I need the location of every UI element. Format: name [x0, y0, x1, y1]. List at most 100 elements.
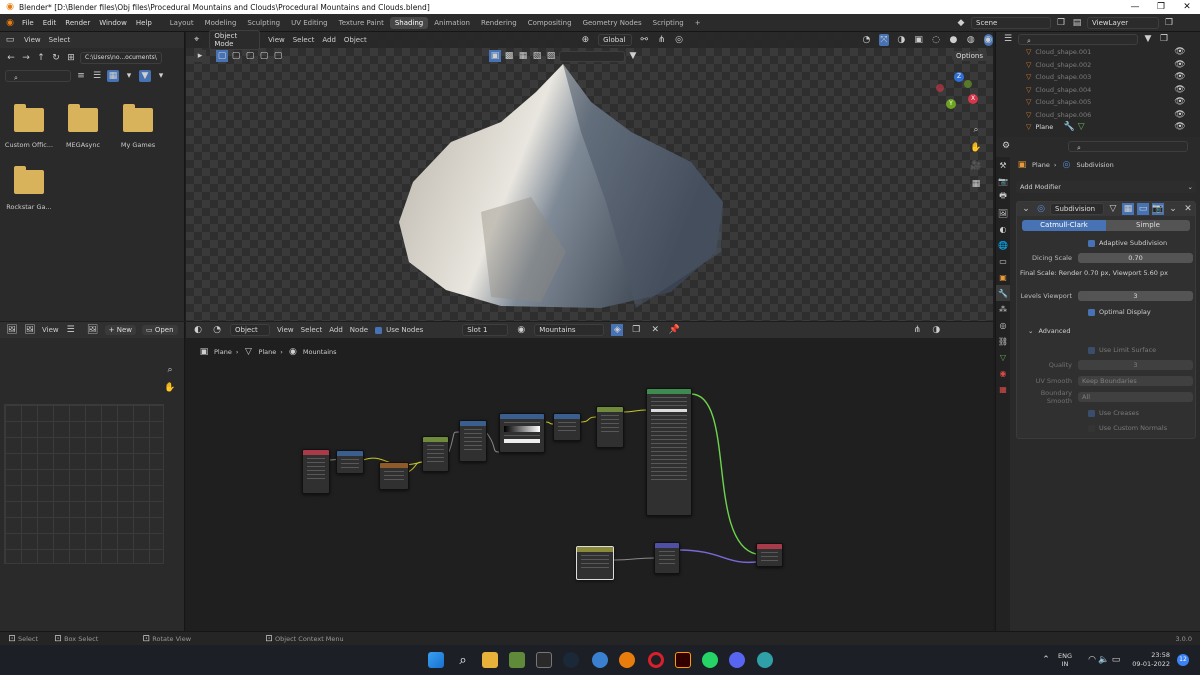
tab-world-icon[interactable]: 🌐	[996, 237, 1010, 253]
tab-physics-icon[interactable]: ◎	[996, 317, 1010, 333]
image-browse-icon[interactable]: 🖼	[87, 324, 99, 336]
axis-neg-y-icon[interactable]	[964, 80, 972, 88]
zoom-icon[interactable]: ⌕	[970, 124, 982, 136]
levels-viewport-field[interactable]: 3	[1078, 291, 1193, 301]
tab-render-icon[interactable]: 📷	[996, 173, 1010, 189]
zoom-icon[interactable]: ⌕	[164, 364, 176, 376]
viewport-view-menu[interactable]: View	[268, 36, 285, 44]
blender-menu-icon[interactable]: ◉	[4, 17, 16, 29]
menu-edit[interactable]: Edit	[43, 19, 57, 27]
notification-badge[interactable]: 12	[1177, 654, 1189, 666]
menu-render[interactable]: Render	[65, 19, 90, 27]
cage-toggle-icon[interactable]: ▦	[1122, 203, 1134, 215]
filter-icon[interactable]: ▼	[139, 70, 151, 82]
hamburger-menu-icon[interactable]: ☰	[65, 324, 77, 336]
visibility-eye-icon[interactable]: 👁	[1174, 96, 1186, 109]
maximize-button[interactable]: ❐	[1148, 0, 1174, 14]
modifier-menu-icon[interactable]: ⌄	[1167, 203, 1179, 215]
snap-edge-icon[interactable]: ▧	[531, 50, 543, 62]
adaptive-subdivision-checkbox[interactable]	[1088, 239, 1095, 247]
snap-vertex-icon[interactable]: ▩	[503, 50, 515, 62]
shading-solid-icon[interactable]: ●	[949, 34, 958, 46]
viewport-select-menu[interactable]: Select	[293, 36, 315, 44]
pan-hand-icon[interactable]: ✋	[164, 382, 176, 394]
shader-node-color-ramp[interactable]	[499, 413, 545, 453]
snap-icon[interactable]: ⋔	[657, 34, 666, 46]
back-arrow-icon[interactable]: ←	[5, 52, 17, 64]
viewport-toggle-icon[interactable]: ▭	[1137, 203, 1149, 215]
use-custom-normals-checkbox[interactable]	[1088, 424, 1095, 432]
file-explorer-icon[interactable]	[482, 652, 498, 668]
quality-field[interactable]: 3	[1078, 360, 1193, 370]
new-image-button[interactable]: + New	[104, 325, 136, 335]
shader-node-principled-bsdf[interactable]	[646, 388, 692, 516]
transform-orientation-dropdown[interactable]: Global	[598, 34, 632, 46]
perspective-grid-icon[interactable]: ▦	[970, 178, 982, 190]
dicing-scale-field[interactable]: 0.70	[1078, 253, 1193, 263]
select-extend-icon[interactable]: ▢	[230, 50, 242, 62]
scene-selector[interactable]: Scene	[971, 17, 1051, 29]
folder-item-custom-office[interactable]: Custom Offic...	[3, 104, 55, 149]
simple-button[interactable]: Simple	[1106, 220, 1190, 231]
visibility-icon[interactable]: ◔	[862, 34, 871, 46]
uv-smooth-dropdown[interactable]: Keep Boundaries	[1078, 376, 1193, 386]
visibility-eye-icon[interactable]: 👁	[1174, 46, 1186, 59]
menu-window[interactable]: Window	[99, 19, 127, 27]
shader-node-displacement[interactable]	[654, 542, 680, 574]
new-folder-icon[interactable]: ⊞	[65, 52, 77, 64]
visibility-eye-icon[interactable]: 👁	[1174, 84, 1186, 97]
file-browser-view-menu[interactable]: View	[24, 36, 41, 44]
edit-mode-toggle-icon[interactable]: ▽	[1107, 203, 1119, 215]
outliner-editor-icon[interactable]: ☰	[1002, 33, 1014, 45]
browser-globe-icon[interactable]	[757, 652, 773, 668]
snap-search-field[interactable]	[559, 50, 625, 62]
folder-item-megasync[interactable]: MEGAsync	[57, 104, 109, 149]
modifier-name-field[interactable]: Subdivision	[1050, 203, 1104, 215]
tab-view-layer-icon[interactable]: 🖼	[996, 205, 1010, 221]
tab-data-icon[interactable]: ▽	[996, 349, 1010, 365]
refresh-icon[interactable]: ↻	[50, 52, 62, 64]
axis-neg-x-icon[interactable]	[936, 84, 944, 92]
new-viewlayer-icon[interactable]: ❐	[1163, 17, 1175, 29]
tab-particles-icon[interactable]: ⁂	[996, 301, 1010, 317]
object-mode-dropdown[interactable]: Object Mode	[209, 30, 261, 50]
tab-texture-icon[interactable]: ▦	[996, 381, 1010, 397]
tab-scripting[interactable]: Scripting	[648, 17, 689, 29]
settings-gear-icon[interactable]	[592, 652, 608, 668]
outliner-item[interactable]: ▽ Cloud_shape.005	[996, 96, 1200, 109]
pivot-icon[interactable]: ⚯	[640, 34, 649, 46]
snap-target-icon[interactable]: ▣	[489, 50, 501, 62]
tab-output-icon[interactable]: 🖶	[996, 189, 1010, 205]
add-modifier-dropdown[interactable]: Add Modifier ⌄	[1016, 181, 1196, 193]
use-limit-surface-checkbox[interactable]	[1088, 346, 1095, 354]
shader-node-texture-coordinate[interactable]	[302, 449, 330, 494]
tab-animation[interactable]: Animation	[429, 17, 475, 29]
sort-dropdown-icon[interactable]: ▾	[123, 70, 135, 82]
file-browser-select-menu[interactable]: Select	[49, 36, 71, 44]
shading-rendered-icon[interactable]: ◉	[983, 34, 993, 46]
tab-collection-icon[interactable]: ▭	[996, 253, 1010, 269]
select-invert-icon[interactable]: ▢	[258, 50, 270, 62]
tool-cursor-icon[interactable]: ▸	[194, 50, 206, 62]
tab-modifier-icon[interactable]: 🔧	[996, 285, 1010, 301]
properties-editor-icon[interactable]: ⚙	[1000, 140, 1012, 152]
menu-help[interactable]: Help	[136, 19, 152, 27]
tab-constraints-icon[interactable]: ⛓	[996, 333, 1010, 349]
axis-y-icon[interactable]: Y	[946, 99, 956, 109]
display-list-icon[interactable]: ≡	[75, 70, 87, 82]
tab-tool-icon[interactable]: ⚒	[996, 157, 1010, 173]
axis-x-icon[interactable]: X	[968, 94, 978, 104]
select-subtract-icon[interactable]: ▢	[244, 50, 256, 62]
illustrator-icon[interactable]	[675, 652, 691, 668]
visibility-eye-icon[interactable]: 👁	[1174, 71, 1186, 84]
remove-modifier-icon[interactable]: ✕	[1182, 203, 1194, 215]
battery-icon[interactable]: ▭	[1110, 654, 1122, 666]
properties-search-input[interactable]: ⌕	[1068, 140, 1188, 152]
outliner-item[interactable]: ▽ Cloud_shape.004	[996, 84, 1200, 97]
snap-face-icon[interactable]: ▦	[517, 50, 529, 62]
clock-time[interactable]: 23:58	[1130, 651, 1170, 660]
viewport-object-menu[interactable]: Object	[344, 36, 367, 44]
visibility-eye-icon[interactable]: 👁	[1174, 59, 1186, 72]
steam-icon[interactable]	[563, 652, 579, 668]
whatsapp-icon[interactable]	[702, 652, 718, 668]
